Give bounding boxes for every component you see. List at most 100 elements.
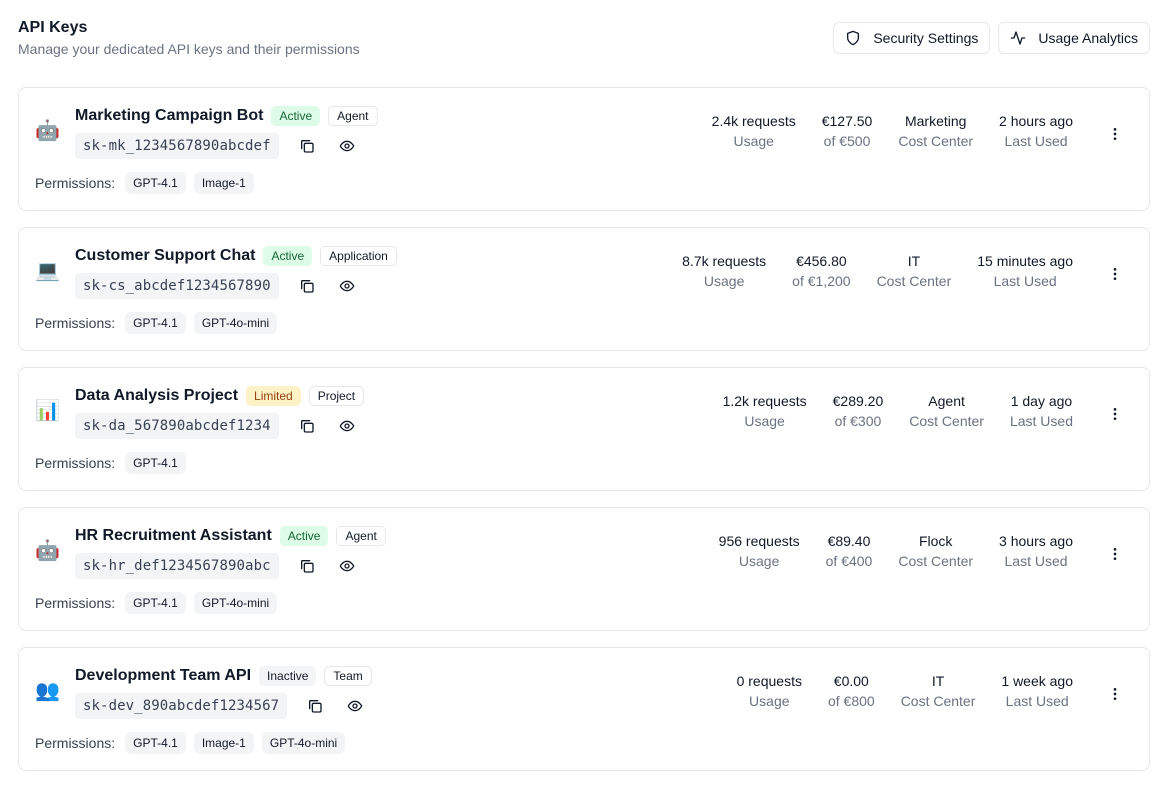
cost-center-label: Cost Center xyxy=(898,133,974,149)
cost-value: €89.40 xyxy=(827,533,871,549)
cost-center-stat: Marketing Cost Center xyxy=(898,111,973,151)
more-options-button[interactable] xyxy=(1103,402,1127,426)
type-badge: Project xyxy=(308,386,365,406)
eye-icon xyxy=(339,560,354,572)
last-used-label: Last Used xyxy=(1004,133,1068,149)
usage-value: 1.2k requests xyxy=(722,393,807,409)
api-key-value: sk-hr_def1234567890abc xyxy=(75,553,279,579)
eye-icon xyxy=(339,140,354,152)
cost-value: €127.50 xyxy=(821,113,873,129)
permissions-row: Permissions: GPT-4.1 GPT-4o-mini xyxy=(35,312,278,334)
api-key-card: 🤖 Marketing Campaign Bot Active Agent sk… xyxy=(18,87,1150,211)
type-badge: Agent xyxy=(328,106,378,126)
type-badge: Agent xyxy=(336,526,386,546)
key-value-row: sk-cs_abcdef1234567890 xyxy=(75,272,359,300)
key-name-row: Development Team API Inactive Team xyxy=(75,665,372,687)
usage-value: 956 requests xyxy=(718,533,800,549)
key-name: Data Analysis Project xyxy=(75,387,239,404)
last-used-stat: 1 week ago Last Used xyxy=(1001,671,1073,711)
budget-value: of €1,200 xyxy=(792,273,851,289)
key-name: Development Team API xyxy=(75,667,252,684)
copy-key-button[interactable] xyxy=(295,134,319,158)
last-used-stat: 1 day ago Last Used xyxy=(1010,391,1073,431)
key-name-row: Data Analysis Project Limited Project xyxy=(75,385,365,407)
usage-value: 0 requests xyxy=(736,673,802,689)
reveal-key-button[interactable] xyxy=(335,554,359,578)
eye-icon xyxy=(339,280,354,292)
usage-label: Usage xyxy=(703,273,745,289)
more-options-button[interactable] xyxy=(1103,542,1127,566)
cost-center-label: Cost Center xyxy=(876,273,952,289)
more-options-button[interactable] xyxy=(1103,682,1127,706)
usage-label: Usage xyxy=(744,413,785,429)
cost-center-label: Cost Center xyxy=(909,413,984,429)
key-name: HR Recruitment Assistant xyxy=(75,527,272,544)
cost-stat: €89.40 of €400 xyxy=(826,531,873,571)
permissions-row: Permissions: GPT-4.1 Image-1 GPT-4o-mini xyxy=(35,732,346,754)
shield-icon xyxy=(847,30,860,46)
permission-chip: Image-1 xyxy=(193,172,254,194)
permissions-label: Permissions: xyxy=(35,175,116,191)
key-type-emoji-icon: 📊 xyxy=(35,398,60,422)
key-name: Customer Support Chat xyxy=(75,247,256,264)
usage-stat: 2.4k requests Usage xyxy=(712,111,796,151)
key-name-row: HR Recruitment Assistant Active Agent xyxy=(75,525,386,547)
key-value-row: sk-mk_1234567890abcdef xyxy=(75,132,359,160)
permission-chip: GPT-4o-mini xyxy=(193,592,278,614)
security-settings-label: Security Settings xyxy=(873,30,979,46)
copy-key-button[interactable] xyxy=(303,694,327,718)
permissions-label: Permissions: xyxy=(35,595,116,611)
key-type-emoji-icon: 👥 xyxy=(35,678,60,702)
cost-center-stat: Flock Cost Center xyxy=(898,531,973,571)
copy-key-button[interactable] xyxy=(295,414,319,438)
api-key-card: 🤖 HR Recruitment Assistant Active Agent … xyxy=(18,507,1150,631)
api-key-value: sk-dev_890abcdef1234567 xyxy=(75,693,288,719)
key-stats: 2.4k requests Usage €127.50 of €500 Mark… xyxy=(712,111,1073,151)
usage-stat: 1.2k requests Usage xyxy=(723,391,807,431)
reveal-key-button[interactable] xyxy=(335,274,359,298)
last-used-value: 2 hours ago xyxy=(999,113,1073,129)
usage-analytics-button[interactable]: Usage Analytics xyxy=(998,22,1150,54)
permissions-label: Permissions: xyxy=(35,315,116,331)
last-used-value: 3 hours ago xyxy=(999,533,1073,549)
cost-center-value: IT xyxy=(907,253,921,269)
key-value-row: sk-hr_def1234567890abc xyxy=(75,552,359,580)
copy-key-button[interactable] xyxy=(295,274,319,298)
key-stats: 1.2k requests Usage €289.20 of €300 Agen… xyxy=(723,391,1073,431)
usage-stat: 8.7k requests Usage xyxy=(682,251,766,291)
more-vertical-icon xyxy=(1113,408,1117,420)
permission-chip: GPT-4.1 xyxy=(125,172,186,194)
key-stats: 0 requests Usage €0.00 of €800 IT Cost C… xyxy=(737,671,1073,711)
cost-center-stat: Agent Cost Center xyxy=(909,391,984,431)
cost-stat: €289.20 of €300 xyxy=(833,391,884,431)
key-type-emoji-icon: 💻 xyxy=(35,258,60,282)
header-actions: Security Settings Usage Analytics xyxy=(833,22,1150,54)
key-stats: 956 requests Usage €89.40 of €400 Flock … xyxy=(719,531,1073,571)
reveal-key-button[interactable] xyxy=(335,134,359,158)
permissions-label: Permissions: xyxy=(35,735,116,751)
security-settings-button[interactable]: Security Settings xyxy=(833,22,991,54)
cost-center-stat: IT Cost Center xyxy=(877,251,952,291)
cost-center-value: Agent xyxy=(928,393,965,409)
more-options-button[interactable] xyxy=(1103,262,1127,286)
more-options-button[interactable] xyxy=(1103,122,1127,146)
key-value-row: sk-da_567890abcdef1234 xyxy=(75,412,359,440)
status-badge: Limited xyxy=(246,386,301,406)
last-used-value: 1 day ago xyxy=(1010,393,1073,409)
cost-center-label: Cost Center xyxy=(900,693,976,709)
last-used-value: 1 week ago xyxy=(1001,673,1073,689)
reveal-key-button[interactable] xyxy=(335,414,359,438)
usage-label: Usage xyxy=(733,133,774,149)
key-name: Marketing Campaign Bot xyxy=(75,107,264,124)
permission-chip: GPT-4.1 xyxy=(125,452,186,474)
key-name-row: Marketing Campaign Bot Active Agent xyxy=(75,105,378,127)
cost-value: €456.80 xyxy=(796,253,847,269)
api-key-card: 👥 Development Team API Inactive Team sk-… xyxy=(18,647,1150,771)
copy-key-button[interactable] xyxy=(295,554,319,578)
usage-value: 8.7k requests xyxy=(682,253,767,269)
reveal-key-button[interactable] xyxy=(343,694,367,718)
key-value-row: sk-dev_890abcdef1234567 xyxy=(75,692,367,720)
status-badge: Inactive xyxy=(259,666,317,686)
last-used-value: 15 minutes ago xyxy=(977,253,1073,269)
last-used-stat: 3 hours ago Last Used xyxy=(999,531,1073,571)
